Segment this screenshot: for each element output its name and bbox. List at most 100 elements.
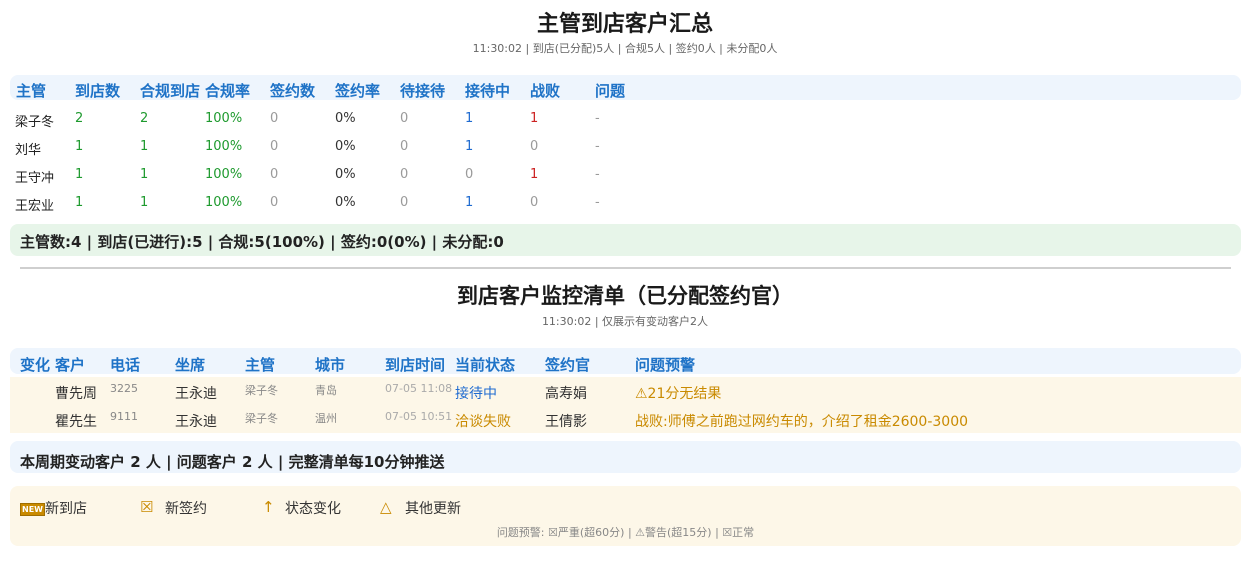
col-header-waiting: 待接待: [400, 82, 446, 100]
cell-status: 接待中: [455, 386, 497, 402]
cell-phone: 3225: [110, 382, 138, 395]
col-header-warning: 问题预警: [635, 356, 696, 374]
section-divider: [20, 267, 1231, 269]
col-header-serving: 接待中: [465, 82, 511, 100]
monitor-info-text: 本周期变动客户 2 人 | 问题客户 2 人 | 完整清单每10分钟推送: [20, 453, 445, 471]
cell-supervisor: 王宏业: [15, 199, 55, 214]
cell-customer: 曹先周: [55, 386, 97, 402]
cell-compliance-rate: 100%: [205, 195, 243, 210]
cell-supervisor: 梁子冬: [15, 115, 55, 130]
cell-arrivals: 1: [75, 139, 84, 154]
col-header-arrivals: 到店数: [75, 82, 121, 100]
cell-warning: 战败:师傅之前跑过网约车的，介绍了租金2600-3000: [635, 414, 969, 430]
cell-waiting: 0: [400, 167, 409, 182]
cross-box-icon: ☒: [140, 498, 154, 516]
monitor-row: 瞿先生 9111 王永迪 梁子冬 温州 07-05 10:51 洽谈失败 王倩影…: [10, 405, 1241, 433]
cell-compliant: 1: [140, 195, 149, 210]
cell-issue: -: [595, 111, 600, 126]
cell-arrivals: 1: [75, 195, 84, 210]
monitor-table-header: 变化 客户 电话 坐席 主管 城市 到店时间 当前状态 签约官 问题预警: [10, 348, 1241, 374]
cell-serving: 1: [465, 111, 474, 126]
cell-arrival-time: 07-05 11:08: [385, 382, 453, 395]
cell-failed: 1: [530, 167, 539, 182]
col-header-issue: 问题: [595, 82, 626, 100]
cell-failed: 0: [530, 195, 539, 210]
cell-compliant: 1: [140, 139, 149, 154]
monitor-info-bar: 本周期变动客户 2 人 | 问题客户 2 人 | 完整清单每10分钟推送: [10, 441, 1241, 473]
cell-failed: 0: [530, 139, 539, 154]
monitor-subtitle: 11:30:02 | 仅展示有变动客户2人: [541, 315, 709, 328]
monitor-title: 到店客户监控清单（已分配签约官）: [457, 284, 793, 308]
summary-title: 主管到店客户汇总: [536, 12, 713, 37]
cell-signed: 0: [270, 167, 279, 182]
cell-city: 温州: [315, 412, 337, 425]
cell-compliance-rate: 100%: [205, 167, 243, 182]
cell-signed: 0: [270, 139, 279, 154]
col-header-sign-rate: 签约率: [335, 82, 381, 100]
triangle-icon: △: [380, 498, 392, 516]
cell-compliant: 2: [140, 111, 149, 126]
col-header-city: 城市: [315, 356, 346, 374]
col-header-phone: 电话: [110, 356, 141, 374]
cell-sign-rate: 0%: [335, 111, 356, 126]
col-header-change: 变化: [20, 356, 51, 374]
table-row: 梁子冬 2 2 100% 0 0% 0 1 1 -: [10, 105, 1241, 133]
cell-city: 青岛: [315, 384, 337, 397]
cell-issue: -: [595, 195, 600, 210]
cell-supervisor: 梁子冬: [245, 412, 278, 425]
cell-arrival-time: 07-05 10:51: [385, 410, 453, 423]
col-header-supervisor: 主管: [16, 82, 47, 100]
cell-compliance-rate: 100%: [205, 139, 243, 154]
legend-label-new-sign: 新签约: [165, 501, 207, 517]
cell-failed: 1: [530, 111, 539, 126]
legend-label-new-arrival: 新到店: [45, 501, 87, 517]
table-row: 刘华 1 1 100% 0 0% 0 1 0 -: [10, 133, 1241, 161]
col-header-officer: 签约官: [545, 356, 591, 374]
summary-totals-bar: 主管数:4 | 到店(已进行):5 | 合规:5(100%) | 签约:0(0%…: [10, 224, 1241, 256]
col-header-signed: 签约数: [270, 82, 316, 100]
col-header-status: 当前状态: [455, 356, 516, 374]
cell-officer: 高寿娟: [545, 386, 587, 402]
cell-signed: 0: [270, 195, 279, 210]
summary-table-header: 主管 到店数 合规到店 合规率 签约数 签约率 待接待 接待中 战败 问题: [10, 75, 1241, 100]
cell-waiting: 0: [400, 195, 409, 210]
cell-warning: ⚠21分无结果: [635, 386, 722, 402]
cell-serving: 0: [465, 167, 474, 182]
cell-phone: 9111: [110, 410, 138, 423]
cell-serving: 1: [465, 139, 474, 154]
legend-box: NEW 新到店 ☒ 新签约 ↑ 状态变化 △ 其他更新 问题预警: ☒严重(超6…: [10, 486, 1241, 546]
cell-signed: 0: [270, 111, 279, 126]
cell-officer: 王倩影: [545, 414, 587, 430]
col-header-compliance-rate: 合规率: [205, 82, 251, 100]
col-header-supervisor: 主管: [245, 356, 276, 374]
cell-compliant: 1: [140, 167, 149, 182]
col-header-agent: 坐席: [175, 356, 206, 374]
cell-agent: 王永迪: [175, 386, 217, 402]
col-header-compliant: 合规到店: [140, 82, 201, 100]
cell-serving: 1: [465, 195, 474, 210]
cell-waiting: 0: [400, 111, 409, 126]
cell-issue: -: [595, 139, 600, 154]
cell-issue: -: [595, 167, 600, 182]
summary-totals-text: 主管数:4 | 到店(已进行):5 | 合规:5(100%) | 签约:0(0%…: [20, 233, 504, 251]
cell-supervisor: 梁子冬: [245, 384, 278, 397]
cell-compliance-rate: 100%: [205, 111, 243, 126]
summary-subtitle: 11:30:02 | 到店(已分配)5人 | 合规5人 | 签约0人 | 未分配…: [472, 42, 778, 55]
cell-sign-rate: 0%: [335, 139, 356, 154]
legend-label-status-change: 状态变化: [285, 501, 341, 517]
col-header-customer: 客户: [55, 356, 86, 374]
legend-warning-note: 问题预警: ☒严重(超60分) | ⚠警告(超15分) | ☒正常: [496, 526, 755, 539]
cell-customer: 瞿先生: [55, 414, 97, 430]
cell-status: 洽谈失败: [455, 414, 511, 430]
col-header-arrival-time: 到店时间: [385, 356, 446, 374]
col-header-failed: 战败: [530, 82, 561, 100]
cell-arrivals: 2: [75, 111, 84, 126]
cell-agent: 王永迪: [175, 414, 217, 430]
cell-sign-rate: 0%: [335, 195, 356, 210]
cell-arrivals: 1: [75, 167, 84, 182]
cell-sign-rate: 0%: [335, 167, 356, 182]
cell-supervisor: 王守冲: [15, 171, 55, 186]
table-row: 王守冲 1 1 100% 0 0% 0 0 1 -: [10, 161, 1241, 189]
monitor-row: 曹先周 3225 王永迪 梁子冬 青岛 07-05 11:08 接待中 高寿娟 …: [10, 377, 1241, 405]
legend-label-other-update: 其他更新: [405, 501, 461, 517]
